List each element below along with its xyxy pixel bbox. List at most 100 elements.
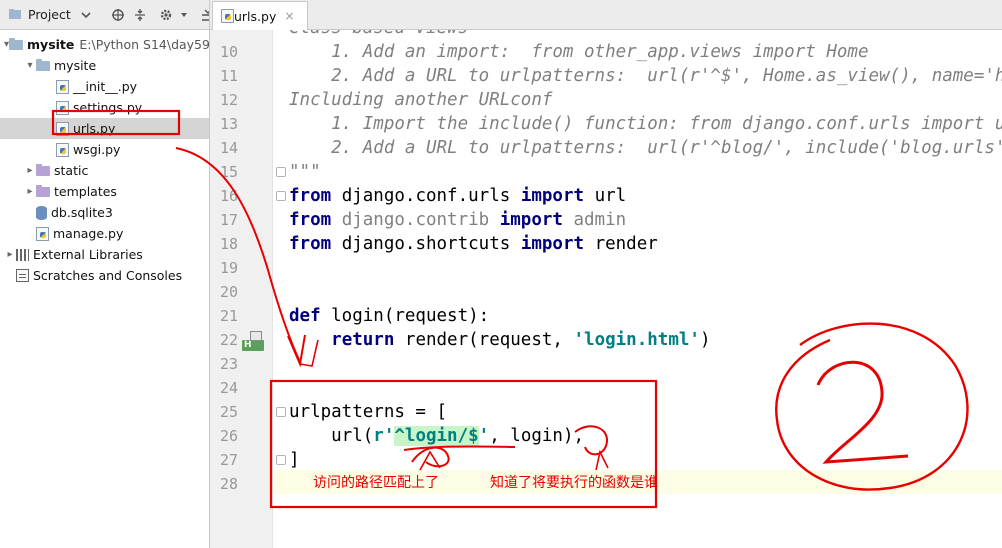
code-token: 1. Import the include() function: from d… (331, 114, 1002, 134)
code-token: Including another URLconf (289, 90, 553, 110)
folder-icon (9, 37, 24, 50)
python-file-icon (221, 9, 234, 23)
line-number: 17 (219, 211, 238, 229)
tree-item[interactable]: __init__.py (0, 76, 209, 97)
tree-item[interactable]: settings.py (0, 97, 209, 118)
line-number: 25 (219, 403, 238, 421)
line-number: 18 (219, 235, 238, 253)
line-number: 28 (219, 475, 238, 493)
scratches-icon (16, 269, 29, 282)
folder-icon (36, 163, 50, 176)
code-token: 'login.html' (573, 330, 700, 350)
code-token: import (520, 186, 585, 206)
hide-panel-icon[interactable] (199, 4, 209, 26)
code-token: 1. Add an import: from other_app.views i… (289, 42, 869, 62)
line-number: 23 (219, 355, 238, 373)
annotation-function-known: 知道了将要执行的函数是谁 (490, 475, 658, 491)
collapse-all-icon[interactable] (131, 4, 149, 26)
code-token: from (289, 210, 332, 230)
tree-item-label: Scratches and Consoles (33, 268, 183, 283)
tree-item-label: wsgi.py (73, 142, 121, 157)
code-token: from (289, 186, 332, 206)
code-line: from django.conf.urls import url (289, 184, 626, 208)
project-view-icon[interactable] (6, 4, 24, 26)
tree-item[interactable]: wsgi.py (0, 139, 209, 160)
line-number: 13 (219, 115, 238, 133)
line-number: 12 (219, 91, 238, 109)
database-icon (36, 205, 47, 220)
code-line: 2. Add a URL to urlpatterns: url(r'^$', … (289, 64, 1002, 88)
crosshair-icon[interactable] (109, 4, 127, 26)
chevron-down-icon[interactable] (175, 4, 193, 26)
code-line: return render(request, 'login.html') (289, 328, 710, 352)
editor-tab-bar: urls.py × (210, 0, 1002, 30)
code-token: ' (478, 426, 490, 446)
code-token: ^login/$ (394, 426, 479, 446)
python-file-icon (56, 142, 69, 157)
chevron-down-icon[interactable]: ▾ (24, 60, 36, 71)
code-token: django.shortcuts (331, 234, 521, 254)
line-number: 24 (219, 379, 238, 397)
line-number: 22 (219, 331, 238, 349)
code-line: urlpatterns = [ (289, 400, 447, 424)
chevron-right-icon[interactable]: ▸ (24, 165, 36, 176)
code-token: return (331, 330, 395, 350)
tree-item[interactable]: ▸ static (0, 160, 209, 181)
code-token: """ (289, 162, 321, 182)
project-path: E:\Python S14\day59 (79, 37, 210, 52)
tree-item-label: templates (54, 184, 117, 199)
tree-item-label: db.sqlite3 (51, 205, 113, 220)
line-number: 10 (219, 43, 238, 61)
tree-item[interactable]: db.sqlite3 (0, 202, 209, 223)
python-file-icon (56, 100, 69, 115)
close-icon[interactable]: × (284, 9, 294, 23)
tab-urls-py[interactable]: urls.py × (212, 1, 308, 30)
project-pane: Project ▾ mysite E:\Python S14\day59 ▾ mysit… (0, 0, 210, 548)
folder-icon (36, 184, 50, 197)
chevron-right-icon[interactable]: ▸ (4, 249, 16, 260)
tree-item[interactable]: ▸ templates (0, 181, 209, 202)
line-number: 20 (219, 283, 238, 301)
tree-item-label: External Libraries (33, 247, 143, 262)
gear-icon[interactable] (157, 4, 175, 26)
python-file-icon (56, 121, 69, 136)
code-line: from django.contrib import admin (289, 208, 626, 232)
tree-item-label: mysite (54, 58, 97, 73)
line-number: 14 (219, 139, 238, 157)
code-editor[interactable]: Class-based views 1. Add an import: from… (273, 30, 1002, 548)
project-view-label[interactable]: Project (28, 7, 71, 22)
line-number: 26 (219, 427, 238, 445)
line-number: 21 (219, 307, 238, 325)
tree-item[interactable]: urls.py (0, 118, 209, 139)
code-token: def (289, 306, 321, 326)
tree-item-label: manage.py (53, 226, 124, 241)
chevron-right-icon[interactable]: ▸ (24, 186, 36, 197)
code-token: render(request, (394, 330, 574, 350)
code-line-cut: Class-based views (289, 30, 468, 40)
code-line: from django.shortcuts import render (289, 232, 658, 256)
code-token: ) (699, 330, 711, 350)
chevron-down-icon[interactable] (77, 4, 95, 26)
tree-item[interactable]: Scratches and Consoles (0, 265, 209, 286)
code-token: 2. Add a URL to urlpatterns: url(r'^$', … (289, 66, 1002, 86)
code-line: """ (289, 160, 321, 184)
code-line: url(r'^login/$', login), (289, 424, 584, 448)
code-line: ] (289, 448, 300, 472)
code-token: import (499, 210, 563, 230)
folder-icon (36, 58, 50, 71)
line-number: 15 (219, 163, 238, 181)
tree-item[interactable]: manage.py (0, 223, 209, 244)
code-token: , login), (489, 426, 585, 446)
code-token: import (520, 234, 585, 254)
line-number: 16 (219, 187, 238, 205)
tree-item[interactable]: ▸ External Libraries (0, 244, 209, 265)
tree-item-label: urls.py (73, 121, 116, 136)
tree-item[interactable]: ▾ mysite (0, 55, 209, 76)
code-token: r' (373, 426, 395, 446)
tree-item[interactable]: ▾ mysite E:\Python S14\day59 (0, 34, 209, 55)
code-token: from (289, 234, 332, 254)
code-token: 2. Add a URL to urlpatterns: url(r'^blog… (289, 138, 1002, 158)
tree-item-label: __init__.py (73, 79, 138, 94)
run-gutter-icon[interactable]: H (242, 331, 264, 351)
